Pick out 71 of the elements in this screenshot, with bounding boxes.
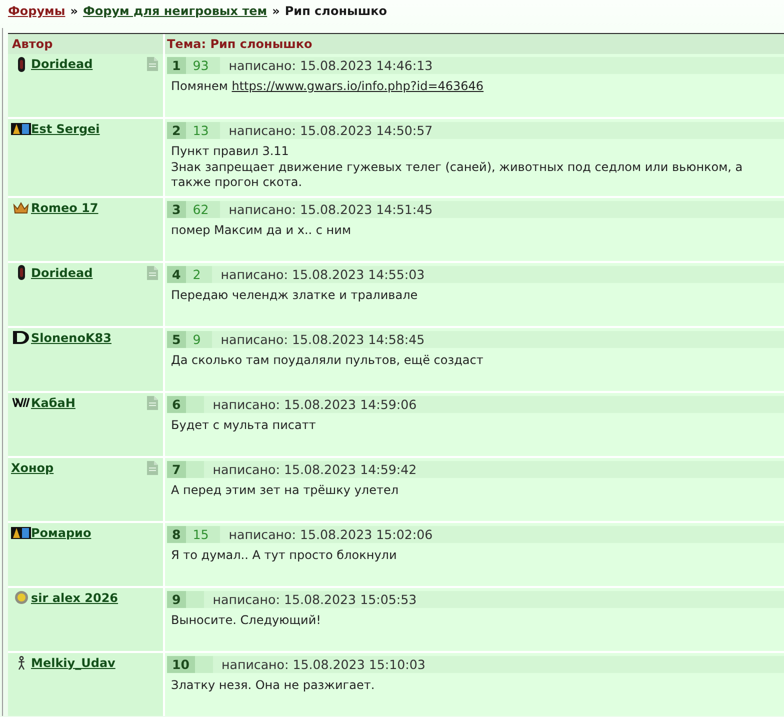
crown-icon bbox=[13, 202, 29, 214]
message-link[interactable]: https://www.gwars.io/info.php?id=463646 bbox=[232, 79, 484, 93]
post-date: написано: 15.08.2023 14:51:45 bbox=[228, 200, 433, 218]
post-counter: 93 bbox=[186, 57, 220, 74]
document-icon[interactable] bbox=[147, 57, 158, 71]
author-link[interactable]: Хонор bbox=[11, 460, 54, 476]
author-link[interactable]: Ромарио bbox=[31, 524, 92, 540]
post-date: написано: 15.08.2023 14:50:57 bbox=[228, 122, 433, 139]
post-counter bbox=[194, 656, 213, 672]
column-header: Тема: Рип слонышко bbox=[165, 34, 784, 54]
message-text: А перед этим зет на трёшку улетел bbox=[170, 482, 400, 498]
breadcrumb-current: Рип слонышко bbox=[284, 3, 387, 20]
post-counter: 62 bbox=[186, 200, 220, 218]
sun-badge-icon bbox=[14, 591, 28, 604]
message-text: помер Максим да и х.. с ним bbox=[170, 222, 352, 238]
zigzag-badge-icon bbox=[12, 398, 30, 407]
figure-badge-icon bbox=[18, 656, 24, 670]
column-header: Автор bbox=[8, 34, 163, 54]
author-link[interactable]: Doridead bbox=[31, 56, 93, 72]
author-link[interactable]: SlonenoK83 bbox=[31, 330, 112, 346]
author-link[interactable]: Romeo 17 bbox=[31, 200, 98, 216]
post-date: написано: 15.08.2023 14:58:45 bbox=[220, 330, 425, 348]
message-text: Помянем https://www.gwars.io/info.php?id=463646 bbox=[170, 79, 485, 94]
post-date: написано: 15.08.2023 15:02:06 bbox=[228, 526, 433, 542]
post-number: 7 bbox=[167, 460, 186, 478]
message-text: Пункт правил 3.11 Знак запрещает движение гужевых телег (саней), животных под седлом или вьюнком, а также прогон скота. bbox=[170, 144, 744, 190]
post-counter: 13 bbox=[186, 122, 220, 139]
document-icon[interactable] bbox=[147, 396, 158, 410]
message-text: Златку незя. Она не разжигает. bbox=[170, 678, 376, 693]
message-text: Будет с мульта писатт bbox=[170, 418, 317, 433]
post-counter bbox=[186, 460, 204, 478]
breadcrumb-link[interactable]: Форумы bbox=[8, 2, 66, 20]
message-text: Да сколько там поудаляли пультов, ещё создаст bbox=[170, 352, 484, 368]
post-counter bbox=[186, 590, 204, 608]
clan-badge-icon bbox=[11, 526, 31, 538]
document-icon[interactable] bbox=[147, 460, 158, 474]
message-text: Передаю челендж златке и траливале bbox=[170, 288, 419, 303]
breadcrumb-separator: » bbox=[272, 3, 280, 20]
post-number: 5 bbox=[167, 330, 186, 348]
post-number: 8 bbox=[167, 526, 186, 542]
post-counter: 15 bbox=[186, 526, 220, 542]
post-number: 1 bbox=[167, 57, 186, 74]
author-link[interactable]: Doridead bbox=[31, 264, 93, 280]
post-date: написано: 15.08.2023 14:46:13 bbox=[228, 57, 433, 74]
document-icon[interactable] bbox=[147, 266, 158, 280]
breadcrumb-link[interactable]: Форум для неигровых тем bbox=[82, 2, 268, 20]
post-date: написано: 15.08.2023 15:10:03 bbox=[222, 656, 426, 672]
post-number: 10 bbox=[167, 656, 195, 672]
post-number: 4 bbox=[167, 266, 186, 282]
author-link[interactable]: Melkiy_Udav bbox=[31, 654, 116, 670]
clan-badge-icon bbox=[11, 123, 31, 135]
author-link[interactable]: КабаН bbox=[31, 394, 76, 410]
post-counter: 9 bbox=[186, 330, 212, 348]
capsule-badge-icon bbox=[18, 56, 24, 72]
message-text: Я то думал.. А тут просто блокнули bbox=[170, 548, 398, 563]
message-text: Выносите. Следующий! bbox=[170, 612, 322, 628]
breadcrumb-separator: » bbox=[70, 3, 78, 20]
post-date: написано: 15.08.2023 14:55:03 bbox=[220, 266, 425, 282]
post-number: 2 bbox=[167, 122, 186, 139]
author-link[interactable]: Est Sergei bbox=[31, 121, 100, 137]
post-number: 3 bbox=[167, 200, 186, 218]
post-counter: 2 bbox=[186, 266, 212, 282]
post-date: написано: 15.08.2023 14:59:42 bbox=[212, 460, 417, 478]
post-date: написано: 15.08.2023 15:05:53 bbox=[212, 590, 417, 608]
capsule-badge-icon bbox=[18, 265, 24, 280]
post-number: 6 bbox=[167, 396, 186, 412]
d-shape-badge-icon bbox=[13, 331, 29, 344]
post-date: написано: 15.08.2023 14:59:06 bbox=[212, 396, 417, 412]
author-link[interactable]: sir alex 2026 bbox=[31, 590, 118, 606]
post-counter bbox=[186, 396, 204, 412]
post-number: 9 bbox=[167, 590, 186, 608]
